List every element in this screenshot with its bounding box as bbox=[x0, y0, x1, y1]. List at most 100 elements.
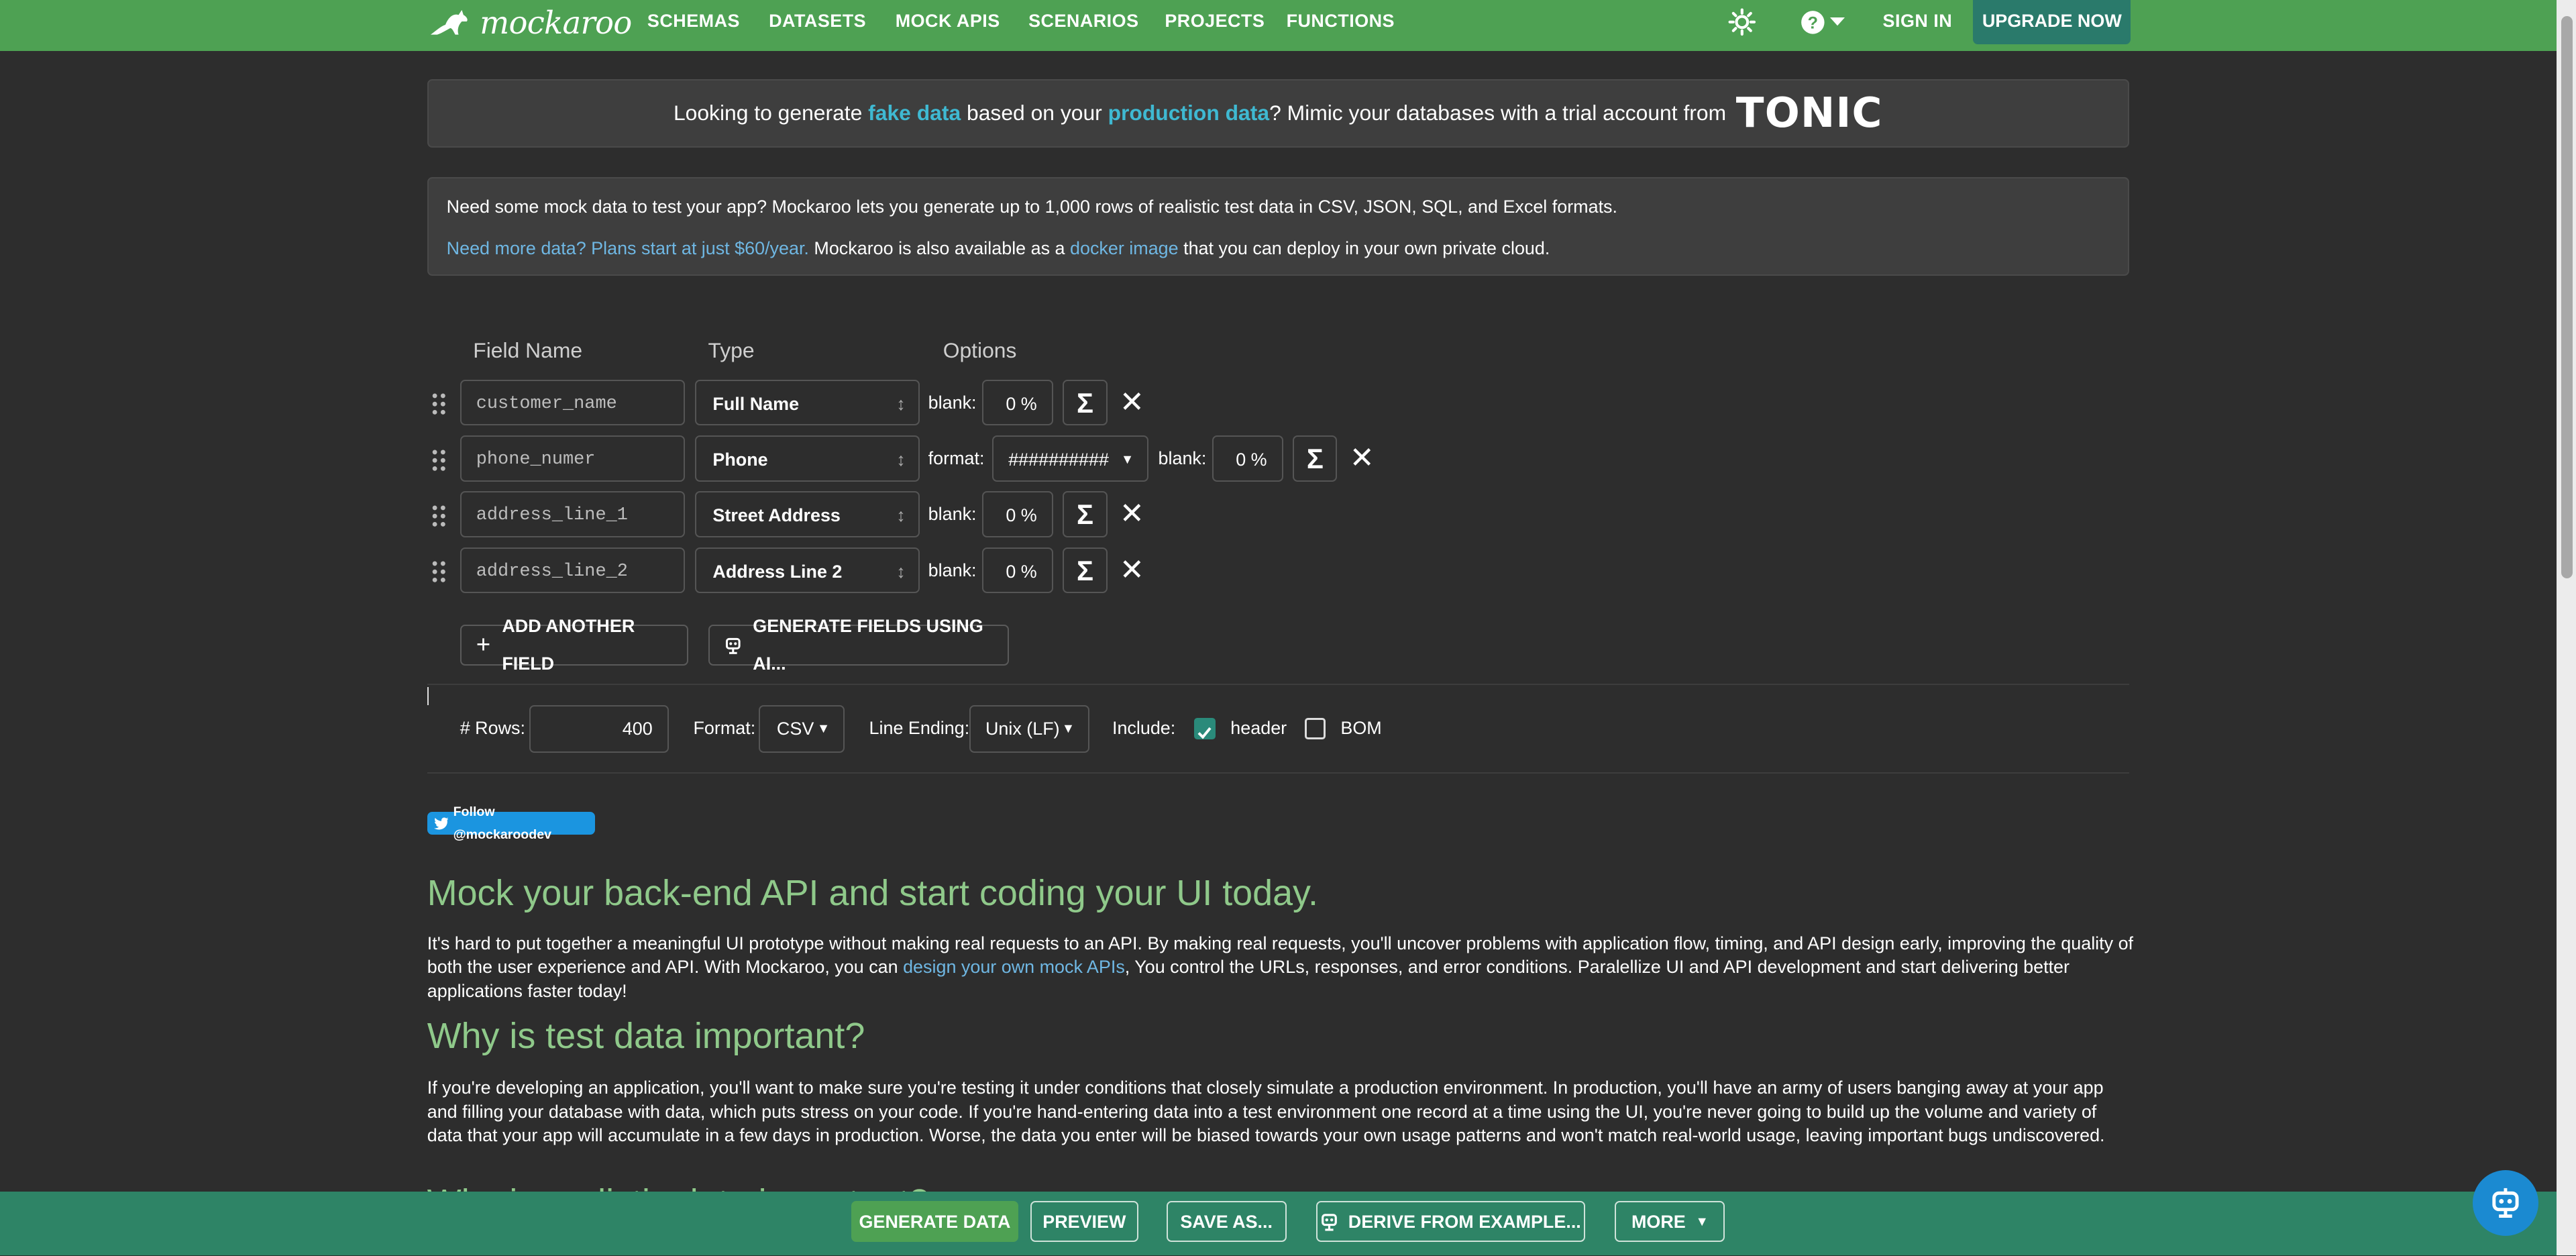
field-type-select[interactable]: Phone ↕ bbox=[694, 435, 920, 482]
blank-percent-input[interactable]: 0 % bbox=[1212, 435, 1283, 482]
derive-from-example-button[interactable]: DERIVE FROM EXAMPLE... bbox=[1316, 1201, 1586, 1243]
more-button[interactable]: MORE ▼ bbox=[1615, 1201, 1725, 1243]
nav-scenarios[interactable]: SCENARIOS bbox=[1028, 0, 1138, 43]
info-box: Need some mock data to test your app? Mo… bbox=[427, 177, 2129, 276]
nav-datasets[interactable]: DATASETS bbox=[769, 0, 866, 43]
docker-image-link[interactable]: docker image bbox=[1070, 238, 1179, 258]
robot-icon bbox=[725, 637, 741, 654]
field-type-label: Phone bbox=[712, 449, 768, 470]
field-name-header: Field Name bbox=[473, 338, 583, 363]
blank-percent-input[interactable]: 0 % bbox=[982, 491, 1053, 537]
line-ending-select[interactable]: Unix (LF) ▼ bbox=[969, 704, 1089, 753]
line-ending-value: Unix (LF) bbox=[985, 718, 1060, 739]
chevron-down-icon bbox=[1830, 17, 1845, 25]
field-type-select[interactable]: Full Name ↕ bbox=[694, 379, 920, 426]
preview-button[interactable]: PREVIEW bbox=[1030, 1201, 1139, 1243]
svg-text:?: ? bbox=[1808, 13, 1818, 32]
field-name-input[interactable]: phone_numer bbox=[460, 435, 686, 482]
field-row: phone_numer Phone ↕ format: ########## ▼ b… bbox=[431, 435, 1909, 484]
robot-icon bbox=[1322, 1214, 1337, 1231]
generate-fields-ai-button[interactable]: GENERATE FIELDS USING AI... bbox=[708, 616, 1009, 674]
theme-toggle-icon[interactable] bbox=[1728, 8, 1756, 36]
nav-schemas[interactable]: SCHEMAS bbox=[647, 0, 740, 43]
promo-text-mid: based on your bbox=[961, 101, 1108, 125]
field-row: customer_name Full Name ↕ blank: 0 % Σ ✕ bbox=[431, 379, 1909, 429]
drag-handle-icon[interactable] bbox=[431, 449, 447, 472]
derive-label: DERIVE FROM EXAMPLE... bbox=[1348, 1211, 1581, 1232]
remove-field-button[interactable]: ✕ bbox=[1114, 547, 1150, 594]
section-heading-test-data: Why is test data important? bbox=[427, 1016, 865, 1057]
rows-input[interactable]: 400 bbox=[529, 704, 669, 753]
text-cursor bbox=[427, 686, 429, 705]
field-name-input[interactable]: address_line_2 bbox=[460, 547, 686, 594]
page: mockaroo SCHEMAS DATASETS MOCK APIS SCEN… bbox=[0, 0, 2576, 1256]
field-type-select[interactable]: Street Address ↕ bbox=[694, 491, 920, 537]
remove-field-button[interactable]: ✕ bbox=[1114, 491, 1150, 537]
remove-field-button[interactable]: ✕ bbox=[1344, 435, 1380, 482]
options-header: Options bbox=[943, 338, 1017, 363]
nav-projects[interactable]: PROJECTS bbox=[1165, 0, 1265, 43]
promo-text-post: ? Mimic your databases with a trial acco… bbox=[1269, 101, 1727, 125]
more-label: MORE bbox=[1631, 1211, 1686, 1232]
formula-sigma-button[interactable]: Σ bbox=[1063, 491, 1108, 537]
bottom-action-bar: GENERATE DATA PREVIEW SAVE AS... DERIVE … bbox=[0, 1191, 2557, 1256]
formula-sigma-button[interactable]: Σ bbox=[1293, 435, 1338, 482]
tonic-promo-banner: Looking to generate fake data based on y… bbox=[427, 78, 2129, 148]
drag-handle-icon[interactable] bbox=[431, 505, 447, 527]
mockaroo-logo[interactable]: mockaroo bbox=[427, 5, 632, 41]
generate-ai-label: GENERATE FIELDS USING AI... bbox=[753, 615, 983, 674]
section-paragraph-test-data: If you're developing an application, you… bbox=[427, 1078, 2105, 1146]
add-field-label: ADD ANOTHER FIELD bbox=[502, 615, 635, 674]
field-name-input[interactable]: customer_name bbox=[460, 379, 686, 426]
field-type-label: Address Line 2 bbox=[712, 561, 843, 582]
header-label: header bbox=[1230, 718, 1287, 739]
add-another-field-button[interactable]: + ADD ANOTHER FIELD bbox=[460, 616, 689, 674]
header-checkbox[interactable] bbox=[1194, 718, 1216, 740]
nav-mock-apis[interactable]: MOCK APIS bbox=[896, 0, 1000, 43]
twitter-bird-icon bbox=[433, 817, 449, 830]
sign-in-link[interactable]: SIGN IN bbox=[1883, 0, 1953, 43]
sort-arrows-icon: ↕ bbox=[896, 393, 906, 414]
drag-handle-icon[interactable] bbox=[431, 392, 447, 415]
upgrade-now-button[interactable]: UPGRADE NOW bbox=[1973, 0, 2131, 45]
phone-format-select[interactable]: ########## ▼ bbox=[992, 435, 1148, 482]
save-as-button[interactable]: SAVE AS... bbox=[1166, 1201, 1287, 1243]
blank-label: blank: bbox=[1158, 448, 1207, 468]
bom-label: BOM bbox=[1340, 718, 1382, 739]
promo-production-data-link[interactable]: production data bbox=[1108, 101, 1269, 125]
format-select[interactable]: CSV ▼ bbox=[759, 704, 845, 753]
twitter-follow-button[interactable]: Follow @mockaroodev bbox=[427, 804, 595, 842]
generate-data-button[interactable]: GENERATE DATA bbox=[851, 1201, 1019, 1243]
follow-label: Follow @mockaroodev bbox=[453, 804, 551, 842]
help-icon: ? bbox=[1801, 10, 1825, 34]
remove-field-button[interactable]: ✕ bbox=[1114, 380, 1150, 426]
field-type-select[interactable]: Address Line 2 ↕ bbox=[694, 547, 920, 594]
info-line-2: Need more data? Plans start at just $60/… bbox=[447, 238, 1550, 259]
formula-sigma-button[interactable]: Σ bbox=[1063, 379, 1108, 426]
promo-fake-data-link[interactable]: fake data bbox=[868, 101, 961, 125]
help-menu[interactable]: ? bbox=[1801, 10, 1845, 35]
field-name-input[interactable]: address_line_1 bbox=[460, 491, 686, 537]
field-row: address_line_2 Address Line 2 ↕ blank: 0 … bbox=[431, 547, 1909, 596]
section-heading-mock-api: Mock your back-end API and start coding … bbox=[427, 873, 1318, 914]
blank-label: blank: bbox=[928, 392, 977, 413]
format-label: format: bbox=[928, 448, 985, 468]
divider bbox=[427, 772, 2129, 774]
chatbot-button[interactable] bbox=[2472, 1169, 2538, 1236]
nav-functions[interactable]: FUNCTIONS bbox=[1287, 0, 1395, 43]
tonic-logo[interactable]: TONIC bbox=[1736, 89, 1883, 137]
blank-percent-input[interactable]: 0 % bbox=[982, 547, 1053, 594]
plans-link[interactable]: Need more data? Plans start at just $60/… bbox=[447, 238, 809, 258]
sort-arrows-icon: ↕ bbox=[896, 449, 906, 470]
scrollbar-thumb[interactable] bbox=[2561, 16, 2573, 579]
design-mock-apis-link[interactable]: design your own mock APIs bbox=[903, 957, 1125, 977]
bom-checkbox[interactable] bbox=[1304, 718, 1326, 740]
formula-sigma-button[interactable]: Σ bbox=[1063, 547, 1108, 594]
chevron-down-icon: ▼ bbox=[816, 721, 830, 736]
drag-handle-icon[interactable] bbox=[431, 560, 447, 583]
blank-percent-input[interactable]: 0 % bbox=[982, 379, 1053, 426]
type-header: Type bbox=[708, 338, 755, 363]
field-type-label: Street Address bbox=[712, 505, 841, 526]
section-paragraph-mock-api: It's hard to put together a meaningful U… bbox=[427, 932, 2136, 1004]
logo-text: mockaroo bbox=[480, 5, 632, 42]
